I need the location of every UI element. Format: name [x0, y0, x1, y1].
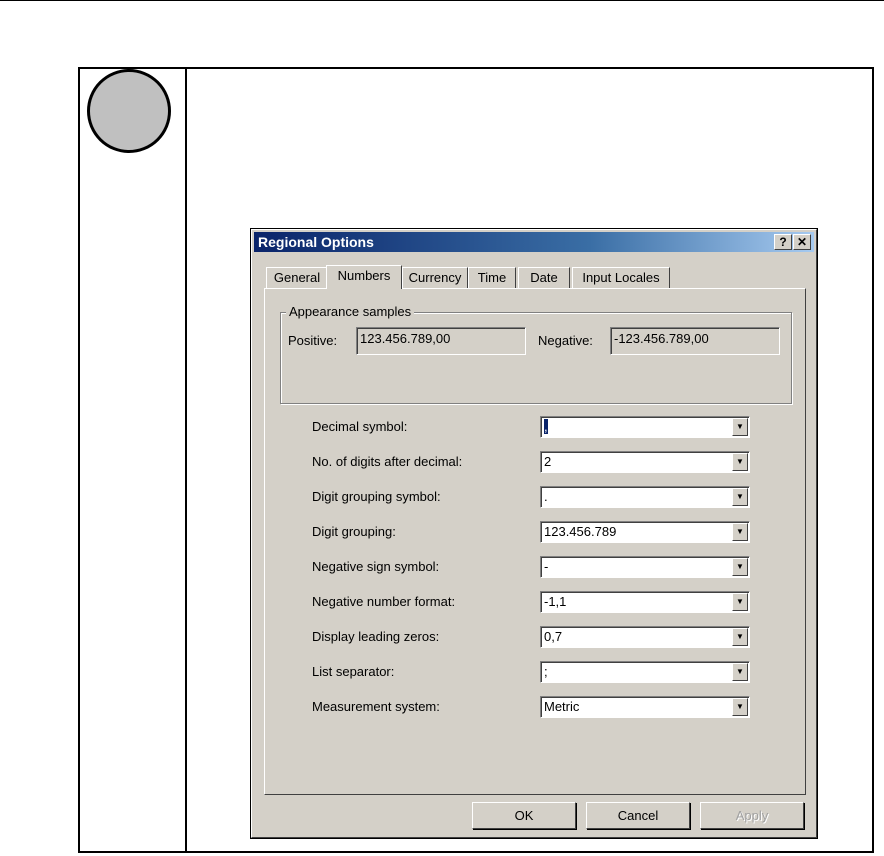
negative-number-format-select[interactable]: -1,1 ▼: [540, 591, 750, 613]
tab-numbers[interactable]: Numbers: [326, 265, 402, 289]
chevron-down-icon[interactable]: ▼: [732, 628, 748, 646]
top-rule: [0, 0, 884, 1]
list-separator-select[interactable]: ; ▼: [540, 661, 750, 683]
measurement-system-value: Metric: [544, 699, 580, 714]
appearance-samples-group: [280, 312, 792, 404]
digits-after-decimal-value: 2: [544, 454, 552, 469]
chevron-down-icon[interactable]: ▼: [732, 453, 748, 471]
measurement-system-label: Measurement system:: [312, 699, 440, 714]
chevron-down-icon[interactable]: ▼: [732, 593, 748, 611]
cancel-button[interactable]: Cancel: [586, 802, 690, 829]
negative-label: Negative:: [538, 333, 593, 348]
negative-sample-value: -123.456.789,00: [614, 331, 709, 346]
close-button[interactable]: ✕: [793, 234, 811, 250]
list-separator-value: ;: [544, 664, 548, 679]
tab-currency[interactable]: Currency: [402, 267, 468, 288]
decimal-symbol-value: ,: [544, 419, 548, 434]
regional-options-dialog: Regional Options ? ✕ General Numbers Cur…: [250, 228, 818, 839]
digit-grouping-symbol-select[interactable]: . ▼: [540, 486, 750, 508]
table-column-divider: [185, 67, 187, 853]
negative-sample-field: -123.456.789,00: [610, 327, 780, 355]
positive-label: Positive:: [288, 333, 338, 348]
digits-after-decimal-label: No. of digits after decimal:: [312, 454, 463, 469]
tab-date[interactable]: Date: [518, 267, 570, 288]
positive-sample-value: 123.456.789,00: [360, 331, 451, 346]
close-icon: ✕: [796, 235, 808, 249]
digit-grouping-symbol-value: .: [544, 489, 548, 504]
negative-sign-symbol-select[interactable]: - ▼: [540, 556, 750, 578]
step-marker-circle: [87, 69, 171, 153]
help-button[interactable]: ?: [774, 234, 792, 250]
chevron-down-icon[interactable]: ▼: [732, 418, 748, 436]
digit-grouping-value: 123.456.789: [544, 524, 617, 539]
chevron-down-icon[interactable]: ▼: [732, 488, 748, 506]
display-leading-zeros-value: 0,7: [544, 629, 563, 644]
digits-after-decimal-select[interactable]: 2 ▼: [540, 451, 750, 473]
chevron-down-icon[interactable]: ▼: [732, 558, 748, 576]
measurement-system-select[interactable]: Metric ▼: [540, 696, 750, 718]
help-icon: ?: [779, 235, 787, 249]
negative-sign-symbol-label: Negative sign symbol:: [312, 559, 440, 574]
display-leading-zeros-select[interactable]: 0,7 ▼: [540, 626, 750, 648]
decimal-symbol-select[interactable]: , ▼: [540, 416, 750, 438]
negative-sign-symbol-value: -: [544, 559, 549, 574]
appearance-samples-label: Appearance samples: [286, 304, 415, 319]
chevron-down-icon[interactable]: ▼: [732, 523, 748, 541]
tab-time[interactable]: Time: [468, 267, 516, 288]
display-leading-zeros-label: Display leading zeros:: [312, 629, 440, 644]
digit-grouping-symbol-label: Digit grouping symbol:: [312, 489, 441, 504]
chevron-down-icon[interactable]: ▼: [732, 663, 748, 681]
list-separator-label: List separator:: [312, 664, 395, 679]
negative-number-format-label: Negative number format:: [312, 594, 456, 609]
digit-grouping-select[interactable]: 123.456.789 ▼: [540, 521, 750, 543]
apply-button[interactable]: Apply: [700, 802, 804, 829]
dialog-title: Regional Options: [258, 234, 374, 250]
tab-general[interactable]: General: [266, 267, 328, 288]
decimal-symbol-label: Decimal symbol:: [312, 419, 408, 434]
tab-input-locales[interactable]: Input Locales: [572, 267, 670, 288]
ok-button[interactable]: OK: [472, 802, 576, 829]
digit-grouping-label: Digit grouping:: [312, 524, 396, 539]
negative-number-format-value: -1,1: [544, 594, 567, 609]
chevron-down-icon[interactable]: ▼: [732, 698, 748, 716]
positive-sample-field: 123.456.789,00: [356, 327, 526, 355]
title-bar[interactable]: Regional Options ? ✕: [254, 232, 814, 252]
